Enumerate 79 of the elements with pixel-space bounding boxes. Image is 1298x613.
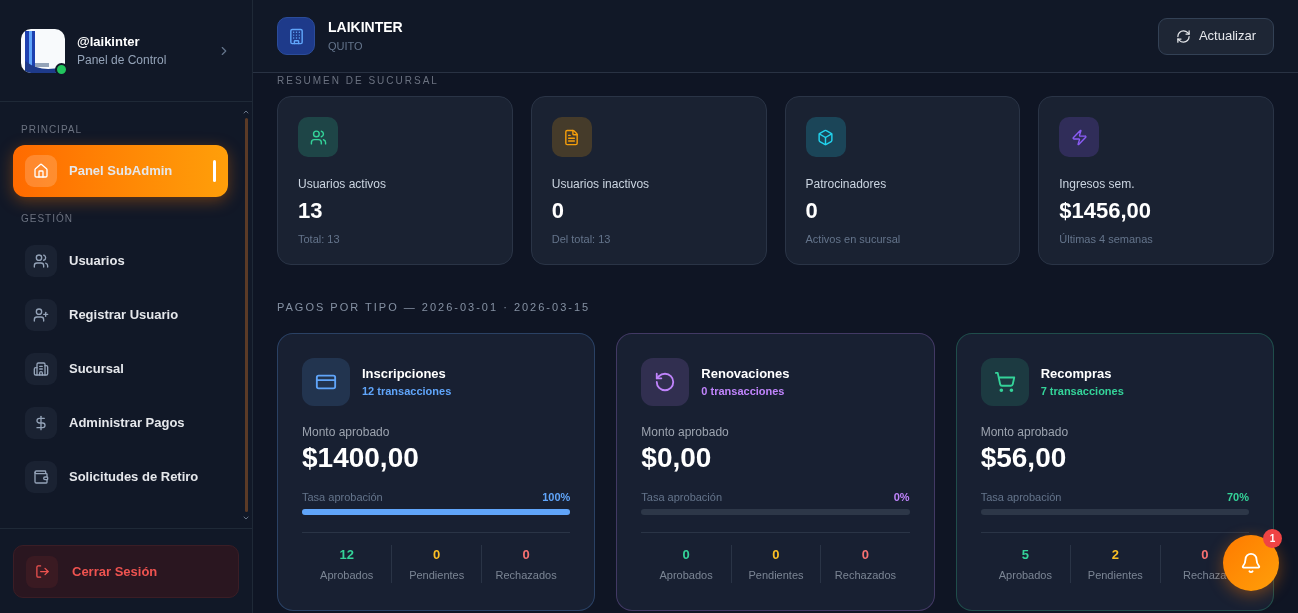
stat-label: Patrocinadores [805,176,888,193]
stat-note: Del total: 13 [551,232,612,247]
stat-note: Activos en sucursal [805,232,902,247]
credit-card-icon [302,357,350,406]
nav-item[interactable]: Usuarios [13,234,228,288]
logout-icon [34,564,50,579]
stat-caption: Aprobados [998,567,1052,583]
cart-icon [980,357,1029,406]
rate-label: Tasa aprobación [980,489,1062,505]
stat-count: 0 [772,546,780,564]
stat-value: 0 [805,197,819,225]
rotate-icon [641,357,690,406]
stat-value: 0 [551,197,565,225]
payment-type: Renovaciones [701,364,790,383]
refresh-button[interactable]: Actualizar [1157,17,1274,55]
rate-value: 0% [893,489,910,505]
stat-caption: Pendientes [1087,567,1143,583]
amount-label: Monto aprobado [980,423,1070,441]
stat-value: 13 [298,197,324,225]
stat-caption: Pendientes [748,567,804,583]
nav-item[interactable]: Sucursal [13,342,228,396]
rate-value: 100% [542,489,571,505]
home-icon [25,155,57,187]
stat-caption: Rechazados [495,567,557,583]
stat-count: 0 [522,546,530,564]
section-label: GESTIÓN [20,211,74,226]
user-plus-icon [25,299,57,331]
stat-label: Usuarios inactivos [551,176,651,193]
nav-item[interactable]: Administrar Pagos [13,396,228,450]
users-icon [25,245,57,277]
refresh-icon [1175,28,1191,44]
user-role: Panel de Control [77,52,168,70]
bell-icon [1240,552,1262,574]
stat-count: 5 [1021,546,1029,564]
stat-caption: Pendientes [409,567,465,583]
stat-count: 0 [861,546,870,564]
scroll-up-icon[interactable] [242,108,250,116]
section-label: PRINCIPAL [20,123,84,137]
stat-count: 0 [682,546,690,564]
stat-caption: Rechaza [1183,567,1227,583]
nav-item[interactable]: Registrar Usuario [13,288,228,342]
rate-value: 70% [1226,489,1249,505]
stat-label: Usuarios activos [298,176,388,193]
section-title: RESUMEN DE SUCURSAL [277,75,440,87]
stat-count: 0 [1201,546,1209,564]
amount-label: Monto aprobado [302,423,391,441]
stat-label: Ingresos sem. [1059,176,1136,193]
payment-type: Inscripciones [362,364,447,383]
active-indicator [213,160,216,182]
amount-label: Monto aprobado [641,423,730,441]
amount-value: $1400,00 [302,440,420,475]
username: @laikinter [77,32,141,51]
stat-count: 0 [433,546,441,564]
payment-type: Recompras [1040,364,1113,383]
stat-caption: Rechazados [834,567,896,583]
stat-count: 2 [1111,546,1119,564]
dollar-icon [25,407,57,439]
transaction-count: 12 transacciones [362,384,452,399]
branch-title: LAIKINTER [328,18,404,38]
stat-caption: Aprobados [659,567,713,583]
transaction-count: 0 transacciones [701,384,786,399]
rate-label: Tasa aprobación [302,489,383,505]
nav-item[interactable]: Solicitudes de Retiro [13,450,228,504]
stat-caption: Aprobados [320,567,374,583]
branch-city: QUITO [328,39,364,55]
stat-value: $1456,00 [1059,197,1152,225]
stat-count: 12 [339,546,354,564]
amount-value: $56,00 [980,440,1068,475]
logout-button[interactable]: Cerrar Sesión [13,545,239,598]
amount-value: $0,00 [641,440,713,475]
rate-label: Tasa aprobación [641,489,723,505]
wallet-icon [25,461,57,493]
transaction-count: 7 transacciones [1040,384,1124,399]
building-icon [277,17,315,55]
section-title: PAGOS POR TIPO — 2026-03-01 · 2026-03-15 [277,300,592,315]
scroll-down-icon[interactable] [242,514,250,522]
stat-note: Últimas 4 semanas [1059,232,1154,247]
stat-note: Total: 13 [298,232,341,247]
building-icon [25,353,57,385]
